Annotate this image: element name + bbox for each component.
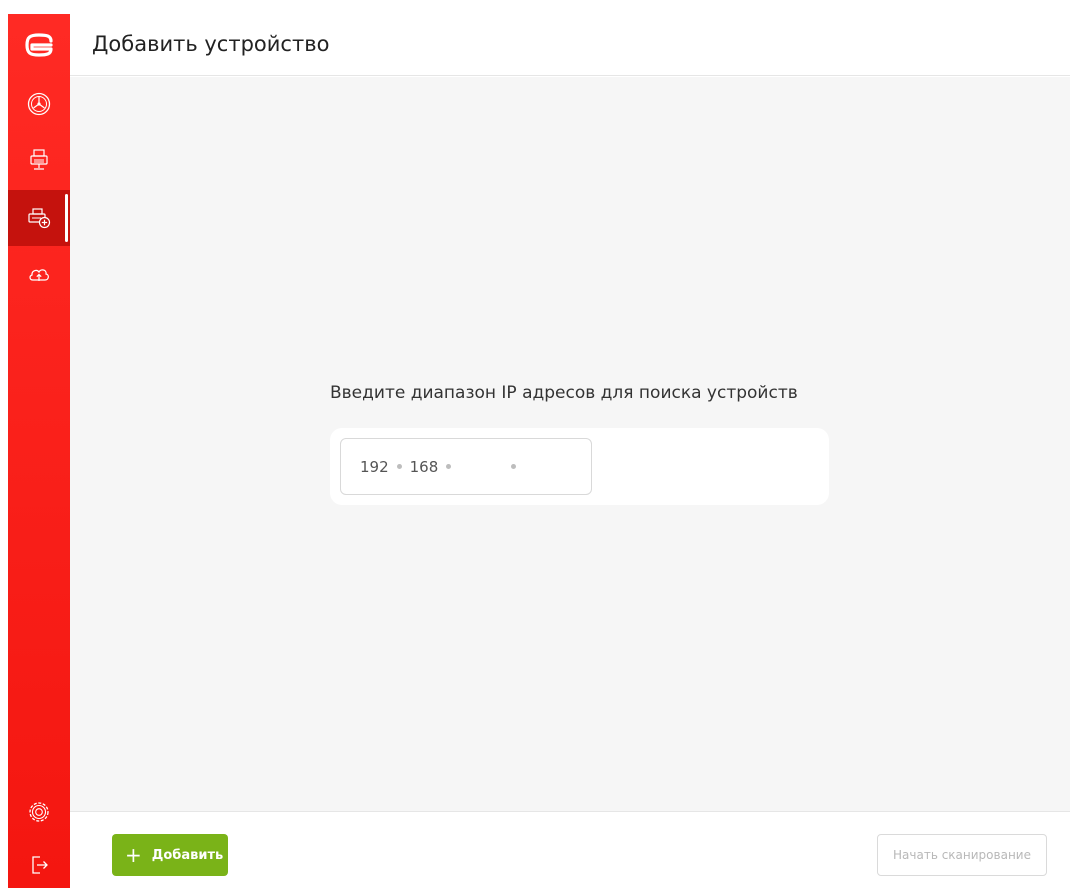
sidebar-item-dashboard[interactable] [8, 76, 70, 132]
ip-separator-dot [446, 464, 452, 469]
start-scan-label: Начать сканирование [893, 848, 1031, 862]
ip-address-input[interactable]: 192 168 [340, 438, 592, 495]
ip-octet-1[interactable]: 192 [360, 458, 389, 476]
header: Добавить устройство [70, 14, 1070, 76]
add-button[interactable]: + Добавить [112, 834, 228, 876]
ip-separator-dot [396, 464, 402, 469]
app-window: Добавить устройство Введите диапазон IP … [0, 0, 1070, 888]
start-scan-button[interactable]: Начать сканирование [877, 834, 1047, 876]
sidebar-item-settings[interactable] [8, 784, 70, 840]
sidebar-item-logout[interactable] [8, 842, 70, 888]
printer-network-icon [30, 149, 48, 170]
main-content: Введите диапазон IP адресов для поиска у… [70, 77, 1070, 811]
plus-icon: + [125, 843, 142, 867]
sidebar-item-devices[interactable] [8, 132, 70, 188]
logout-icon [32, 856, 48, 874]
ip-octet-2[interactable]: 168 [410, 458, 439, 476]
brand-logo-icon[interactable] [8, 14, 70, 76]
ip-range-prompt: Введите диапазон IP адресов для поиска у… [330, 383, 798, 403]
add-printer-icon [28, 208, 51, 229]
settings-gear-icon [29, 802, 49, 822]
page-title: Добавить устройство [92, 32, 330, 56]
sidebar-item-cloud[interactable] [8, 246, 70, 302]
dashboard-icon [27, 92, 51, 116]
cloud-upload-icon [29, 269, 49, 281]
sidebar [8, 14, 70, 888]
footer-bar: + Добавить Начать сканирование [70, 811, 1070, 888]
ip-range-card: 192 168 [330, 428, 829, 505]
sidebar-item-add-device[interactable] [8, 190, 70, 246]
ip-separator-dot [511, 464, 517, 469]
add-button-label: Добавить [151, 847, 224, 863]
